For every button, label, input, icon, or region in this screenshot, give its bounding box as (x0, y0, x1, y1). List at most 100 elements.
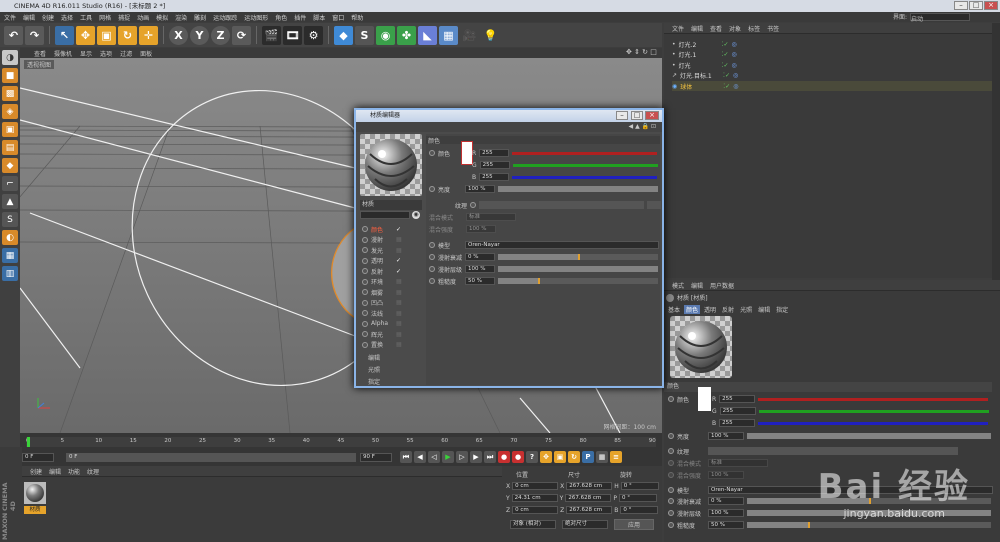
tweak-mode-icon[interactable]: ▲ (2, 194, 18, 209)
menu-item[interactable]: 窗口 (332, 13, 344, 22)
menu-item[interactable]: 角色 (275, 13, 287, 22)
render-view-icon[interactable]: 🎬 (262, 25, 281, 45)
attr-diffuse-falloff-input[interactable]: 0 % (708, 497, 744, 505)
dlg-diffuse-falloff-slider[interactable] (498, 254, 658, 260)
attr-g-bar[interactable] (758, 409, 989, 413)
dlg-b-bar[interactable] (512, 175, 658, 179)
model-mode-icon[interactable]: ■ (2, 68, 18, 83)
menu-item[interactable]: 脚本 (313, 13, 325, 22)
spline-pen-icon[interactable]: S (355, 25, 374, 45)
scale-icon[interactable]: ▣ (97, 25, 116, 45)
floor-icon[interactable]: ▦ (439, 25, 458, 45)
keyframe-selection-icon[interactable]: ? (526, 451, 538, 463)
object-row[interactable]: ↗ 灯光.目标.1 ⁚✓ ◎ (672, 71, 738, 81)
dlg-diffuse-falloff-input[interactable]: 0 % (465, 253, 495, 261)
visibility-check-icon[interactable]: ⁚✓ (722, 62, 729, 69)
coord-position-input[interactable]: 24.31 cm (511, 494, 558, 502)
coord-rotation-input[interactable]: 0 ° (620, 506, 659, 514)
visibility-check-icon[interactable]: ⁚✓ (722, 51, 729, 58)
timeline-end-field[interactable]: 90 F (360, 453, 392, 462)
snapping-icon[interactable]: ◐ (2, 230, 18, 245)
dlg-diffuse-level-input[interactable]: 100 % (465, 265, 495, 273)
object-row[interactable]: ◉ 球体 ⁚✓ ◎ (672, 81, 992, 91)
dlg-r-bar[interactable] (512, 151, 658, 155)
camera-icon[interactable]: 🎥 (460, 25, 479, 45)
dlg-mix-mode-select[interactable]: 标准 (466, 213, 516, 221)
dialog-minimize-button[interactable]: – (616, 111, 628, 120)
attr-diffuse-level-input[interactable]: 100 % (708, 509, 744, 517)
dlg-model-select[interactable]: Oren-Nayar (465, 241, 659, 249)
channel-item[interactable]: 烟雾 ▦ (362, 287, 402, 297)
object-menu-item[interactable]: 书签 (767, 24, 779, 33)
menu-item[interactable]: 编辑 (23, 13, 35, 22)
attr-r-bar[interactable] (758, 397, 989, 401)
viewport-nav-icons[interactable]: ✥ ⇕ ↻ □ (626, 48, 657, 56)
next-key-icon[interactable]: ▶ (470, 451, 482, 463)
workplane-icon[interactable]: ◈ (2, 104, 18, 119)
y-axis-icon[interactable]: Y (190, 25, 209, 45)
autokey-icon[interactable]: ● (512, 451, 524, 463)
channel-toggle-icon[interactable] (362, 226, 368, 232)
timeline-playhead[interactable] (27, 437, 30, 447)
channel-extra-item[interactable]: 指定 (368, 376, 380, 386)
channel-toggle-icon[interactable] (362, 257, 368, 264)
dlg-b-input[interactable]: 255 (479, 173, 510, 181)
channel-toggle-icon[interactable] (362, 289, 368, 295)
material-swatch[interactable]: 材质 (24, 482, 46, 514)
channel-checkbox-icon[interactable]: ▦ (396, 310, 402, 317)
attr-tab[interactable]: 指定 (774, 305, 790, 314)
dlg-roughness-input[interactable]: 50 % (465, 277, 495, 285)
menu-item[interactable]: 模拟 (156, 13, 168, 22)
attr-color-animate-icon[interactable] (668, 396, 674, 402)
dialog-maximize-button[interactable]: □ (631, 111, 643, 120)
attr-g-input[interactable]: 255 (719, 407, 756, 415)
channel-checkbox-icon[interactable]: ▦ (396, 299, 402, 306)
object-row[interactable]: • 灯光.1 ⁚✓ ◎ (672, 50, 737, 60)
channel-toggle-icon[interactable] (362, 247, 368, 253)
material-menu-item[interactable]: 纹理 (87, 467, 99, 476)
menu-item[interactable]: 文件 (4, 13, 16, 22)
axis-mode-icon[interactable]: ⌐ (2, 176, 18, 191)
coord-mode-select[interactable]: 对象 (相对) (510, 520, 556, 529)
menu-item[interactable]: 运动图形 (244, 13, 268, 22)
dlg-g-bar[interactable] (512, 163, 658, 167)
coord-rotation-input[interactable]: 0 ° (618, 494, 657, 502)
channel-toggle-icon[interactable] (362, 310, 368, 316)
dlg-texture-field[interactable] (479, 201, 644, 209)
channel-item[interactable]: Alpha ▦ (362, 319, 402, 329)
material-name-field[interactable] (360, 211, 410, 219)
channel-item[interactable]: 透明 ✓ (362, 256, 401, 266)
x-axis-icon[interactable]: X (169, 25, 188, 45)
attr-tab[interactable]: 反射 (720, 305, 736, 314)
locked-workplane-icon[interactable]: ▥ (2, 266, 18, 281)
attr-b-bar[interactable] (758, 421, 989, 425)
attr-mix-strength-input[interactable]: 100 % (708, 471, 744, 479)
channel-item[interactable]: 漫射 ▦ (362, 235, 402, 245)
channel-extra-item[interactable]: 光照 (368, 364, 380, 374)
material-menu-item[interactable]: 创建 (30, 467, 42, 476)
light-icon[interactable]: 💡 (481, 25, 500, 45)
next-frame-icon[interactable]: ▷ (456, 451, 468, 463)
last-tool-icon[interactable]: ✛ (139, 25, 158, 45)
attr-tab[interactable]: 编辑 (756, 305, 772, 314)
layout-dropdown[interactable]: 启动 (910, 12, 970, 23)
coord-rotation-input[interactable]: 0 ° (620, 482, 659, 490)
attr-tab[interactable]: 基本 (666, 305, 682, 314)
undo-icon[interactable]: ↶ (4, 25, 23, 45)
object-menu-item[interactable]: 查看 (710, 24, 722, 33)
maximize-button[interactable]: □ (969, 1, 983, 10)
channel-toggle-icon[interactable] (362, 341, 368, 348)
attr-roughness-input[interactable]: 50 % (708, 521, 744, 529)
menu-item[interactable]: 创建 (42, 13, 54, 22)
make-editable-icon[interactable]: ◑ (2, 50, 18, 65)
play-icon[interactable]: ▶ (442, 451, 454, 463)
channel-checkbox-icon[interactable]: ▦ (396, 247, 402, 254)
rotate-key-icon[interactable]: ↻ (568, 451, 580, 463)
menu-item[interactable]: 动画 (137, 13, 149, 22)
coordinate-system-icon[interactable]: ⟳ (232, 25, 251, 45)
attr-r-input[interactable]: 255 (719, 395, 756, 403)
channel-checkbox-icon[interactable]: ▦ (396, 341, 402, 348)
render-picture-viewer-icon[interactable]: 🎞 (283, 25, 302, 45)
coord-size-input[interactable]: 267.628 cm (565, 494, 612, 502)
tag-icon[interactable]: ◎ (731, 62, 736, 69)
